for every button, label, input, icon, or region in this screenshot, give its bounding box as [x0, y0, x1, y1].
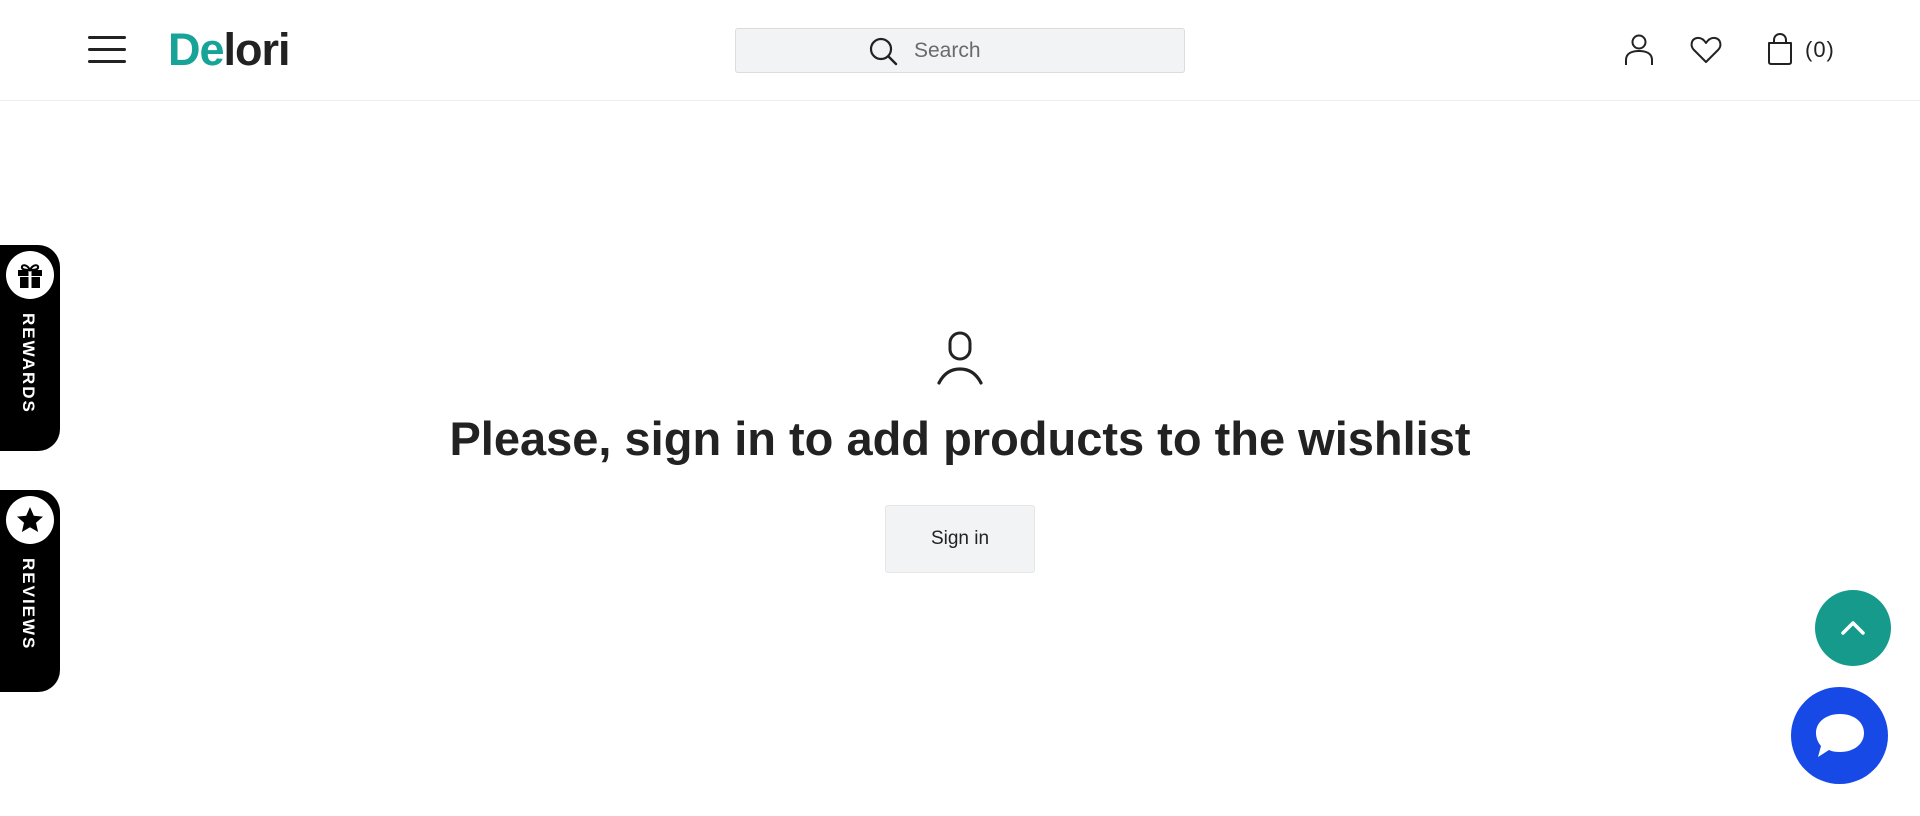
- sign-in-button[interactable]: Sign in: [885, 505, 1035, 573]
- account-icon[interactable]: [1622, 32, 1656, 66]
- site-header: Delori (0): [0, 0, 1920, 101]
- heart-icon[interactable]: [1689, 33, 1723, 67]
- chevron-up-icon: [1841, 621, 1865, 635]
- gift-icon: [18, 264, 42, 288]
- site-logo[interactable]: Delori: [168, 24, 291, 75]
- chat-bubble-icon: [1816, 714, 1864, 757]
- logo-accent: De: [168, 24, 225, 75]
- reviews-tab[interactable]: REVIEWS: [0, 490, 60, 692]
- cart-count[interactable]: (0): [1805, 37, 1835, 63]
- star-icon: [17, 507, 43, 532]
- rewards-label: REWARDS: [19, 313, 38, 414]
- wishlist-empty-state: Please, sign in to add products to the w…: [0, 101, 1920, 816]
- search-input[interactable]: [914, 29, 1174, 72]
- scroll-to-top-button[interactable]: [1815, 590, 1891, 666]
- reviews-label: REVIEWS: [19, 558, 38, 651]
- logo-rest: lori: [223, 24, 291, 75]
- rewards-badge: [6, 251, 54, 299]
- menu-icon[interactable]: [88, 36, 128, 64]
- page-title: Please, sign in to add products to the w…: [449, 412, 1471, 465]
- bag-icon[interactable]: [1763, 32, 1797, 66]
- rewards-tab[interactable]: REWARDS: [0, 245, 60, 451]
- search-bar: [735, 28, 1185, 73]
- reviews-badge: [6, 496, 54, 544]
- person-icon: [937, 331, 983, 385]
- chat-button[interactable]: [1791, 687, 1888, 784]
- search-icon[interactable]: [868, 36, 898, 66]
